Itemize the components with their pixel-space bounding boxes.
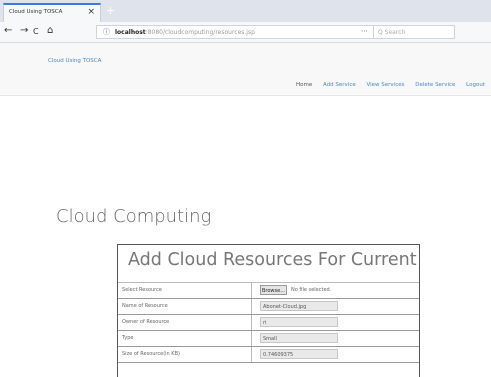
form-row-resource-size: Size of Resource(in KB) 0.74609375 xyxy=(118,347,419,363)
browser-tab[interactable]: Cloud Using TOSCA × xyxy=(3,3,101,22)
url-text: localhost:8080/cloudcomputing/resources.… xyxy=(115,29,255,36)
column-divider xyxy=(251,331,252,346)
column-divider xyxy=(251,299,252,314)
menu-item-add-service[interactable]: Add Service xyxy=(323,82,356,88)
resource-size-field[interactable]: 0.74609375 xyxy=(260,349,338,359)
type-field[interactable]: Small xyxy=(260,333,338,343)
site-info-icon[interactable]: ⓘ xyxy=(103,27,110,37)
type-label: Type xyxy=(122,335,134,341)
main-menu: Home Add Service View Services Delete Se… xyxy=(287,82,485,88)
browser-toolbar: ← → C ⌂ ⓘ localhost:8080/cloudcomputing/… xyxy=(0,22,491,43)
forward-icon[interactable]: → xyxy=(20,25,28,37)
app-header: Cloud Using TOSCA Home Add Service View … xyxy=(0,43,491,96)
form-row-resource-owner: Owner of Resource ri xyxy=(118,315,419,331)
address-bar[interactable]: ⓘ localhost:8080/cloudcomputing/resource… xyxy=(96,25,416,39)
form-title: Add Cloud Resources For Current User xyxy=(118,245,419,283)
form-row-type: Type Small xyxy=(118,331,419,347)
add-resource-form: Add Cloud Resources For Current User Sel… xyxy=(117,244,420,377)
menu-item-home[interactable]: Home xyxy=(296,82,312,88)
page-title: Cloud Computing xyxy=(56,206,212,227)
menu-item-view-services[interactable]: View Services xyxy=(367,82,405,88)
brand-link[interactable]: Cloud Using TOSCA xyxy=(48,58,101,64)
home-icon[interactable]: ⌂ xyxy=(47,25,53,37)
browser-tab-bar: Cloud Using TOSCA × + xyxy=(0,0,491,22)
column-divider xyxy=(251,347,252,362)
back-icon[interactable]: ← xyxy=(4,25,12,37)
tab-title: Cloud Using TOSCA xyxy=(9,9,63,15)
resource-size-label: Size of Resource(in KB) xyxy=(122,351,180,357)
select-resource-label: Select Resource xyxy=(122,287,162,293)
new-tab-icon[interactable]: + xyxy=(106,4,115,17)
menu-item-logout[interactable]: Logout xyxy=(466,82,485,88)
resource-name-field[interactable]: Abonet-Cloud.jpg xyxy=(260,301,338,311)
close-tab-icon[interactable]: × xyxy=(87,7,95,17)
resource-name-label: Name of Resource xyxy=(122,303,168,309)
form-row-resource-name: Name of Resource Abonet-Cloud.jpg xyxy=(118,299,419,315)
menu-item-delete-service[interactable]: Delete Service xyxy=(415,82,455,88)
url-host: localhost xyxy=(115,29,146,36)
url-path: :8080/cloudcomputing/resources.jsp xyxy=(145,29,255,36)
column-divider xyxy=(251,283,252,298)
file-status-text: No file selected. xyxy=(291,287,332,293)
form-row-select-resource: Select Resource Browse... No file select… xyxy=(118,283,419,299)
search-input[interactable]: Q Search xyxy=(373,25,455,39)
column-divider xyxy=(251,315,252,330)
resource-owner-label: Owner of Resource xyxy=(122,319,170,325)
browse-button[interactable]: Browse... xyxy=(260,285,287,295)
resource-owner-field[interactable]: ri xyxy=(260,317,338,327)
reload-icon[interactable]: C xyxy=(33,26,39,38)
